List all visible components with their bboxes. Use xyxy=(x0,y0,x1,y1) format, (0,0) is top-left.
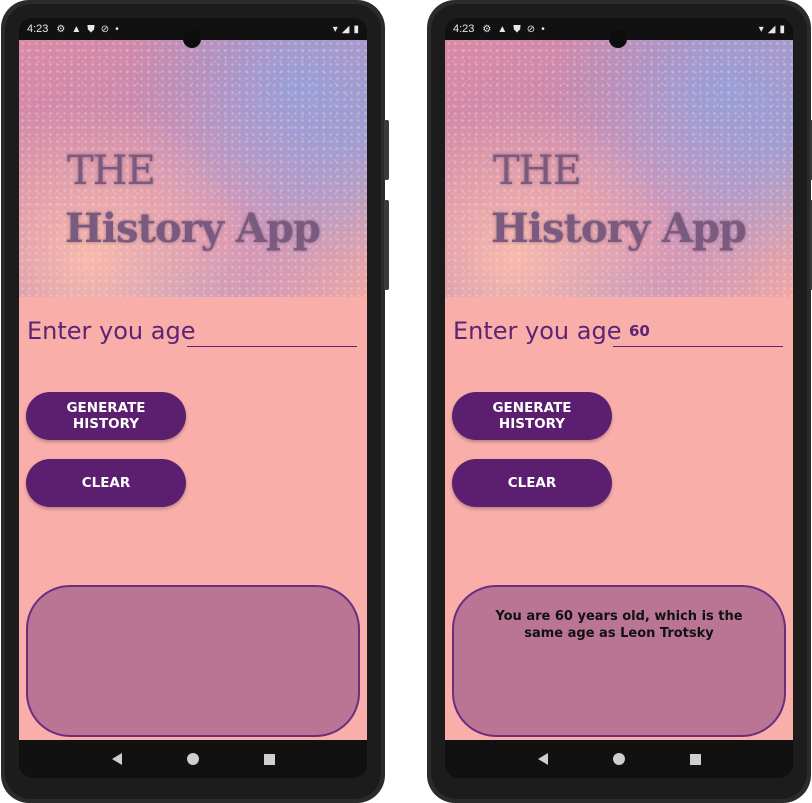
signal-icon: ◢ xyxy=(341,23,350,35)
hero-title-line1: THE xyxy=(493,148,582,194)
status-right-icons: ▾ ◢ ▮ xyxy=(333,24,359,35)
age-input[interactable] xyxy=(187,315,357,347)
signal-icon: ◢ xyxy=(767,23,776,35)
battery-icon: ▮ xyxy=(353,23,359,35)
recents-icon[interactable] xyxy=(263,753,275,765)
nav-bar xyxy=(19,740,367,778)
screen-left: 4:23 ⚙ ▲ ⛊ ⊘ • ▾ ◢ ▮ THE History App Ent… xyxy=(19,18,367,778)
battery-icon: ▮ xyxy=(779,23,785,35)
shield-icon: ⛊ xyxy=(87,23,95,35)
back-icon[interactable] xyxy=(111,753,122,765)
generate-history-button[interactable]: GENERATE HISTORY xyxy=(452,392,612,440)
wifi-icon: ▾ xyxy=(758,23,764,35)
shield-icon: ⛊ xyxy=(513,23,521,35)
do-not-disturb-icon: ⊘ xyxy=(526,23,536,35)
clear-button[interactable]: CLEAR xyxy=(452,459,612,507)
result-box: You are 60 years old, which is the same … xyxy=(452,585,786,737)
app-content: THE History App Enter you age GENERATE H… xyxy=(19,40,367,740)
result-text: You are 60 years old, which is the same … xyxy=(495,609,743,641)
camera-icon xyxy=(183,30,201,48)
dot-icon: • xyxy=(541,23,545,35)
phone-frame-right: 4:23 ⚙ ▲ ⛊ ⊘ • ▾ ◢ ▮ THE History App Ent… xyxy=(427,0,812,803)
back-icon[interactable] xyxy=(537,753,548,765)
status-time: 4:23 xyxy=(453,23,475,35)
age-label: Enter you age xyxy=(27,317,196,345)
alert-icon: ▲ xyxy=(497,23,508,35)
status-right-icons: ▾ ◢ ▮ xyxy=(759,24,785,35)
screen-right: 4:23 ⚙ ▲ ⛊ ⊘ • ▾ ◢ ▮ THE History App Ent… xyxy=(445,18,793,778)
age-input[interactable] xyxy=(613,315,783,347)
age-label: Enter you age xyxy=(453,317,622,345)
status-time: 4:23 xyxy=(27,23,49,35)
power-button xyxy=(384,120,389,180)
result-box xyxy=(26,585,360,737)
hero-title-line2: History App xyxy=(65,205,321,252)
home-icon[interactable] xyxy=(186,753,199,765)
wifi-icon: ▾ xyxy=(332,23,338,35)
hero-image: THE History App xyxy=(19,40,367,297)
settings-icon: ⚙ xyxy=(482,23,492,35)
hero-title-line2: History App xyxy=(491,205,747,252)
alert-icon: ▲ xyxy=(71,23,82,35)
hero-title-line1: THE xyxy=(67,148,156,194)
status-icons: ⚙ ▲ ⛊ ⊘ • xyxy=(482,24,544,35)
do-not-disturb-icon: ⊘ xyxy=(100,23,110,35)
phone-frame-left: 4:23 ⚙ ▲ ⛊ ⊘ • ▾ ◢ ▮ THE History App Ent… xyxy=(1,0,389,803)
dot-icon: • xyxy=(115,23,119,35)
recents-icon[interactable] xyxy=(689,753,701,765)
app-content: THE History App Enter you age GENERATE H… xyxy=(445,40,793,740)
generate-history-button[interactable]: GENERATE HISTORY xyxy=(26,392,186,440)
volume-button xyxy=(384,200,389,290)
nav-bar xyxy=(445,740,793,778)
status-icons: ⚙ ▲ ⛊ ⊘ • xyxy=(56,24,118,35)
hero-image: THE History App xyxy=(445,40,793,297)
camera-icon xyxy=(609,30,627,48)
home-icon[interactable] xyxy=(612,753,625,765)
clear-button[interactable]: CLEAR xyxy=(26,459,186,507)
settings-icon: ⚙ xyxy=(56,23,66,35)
